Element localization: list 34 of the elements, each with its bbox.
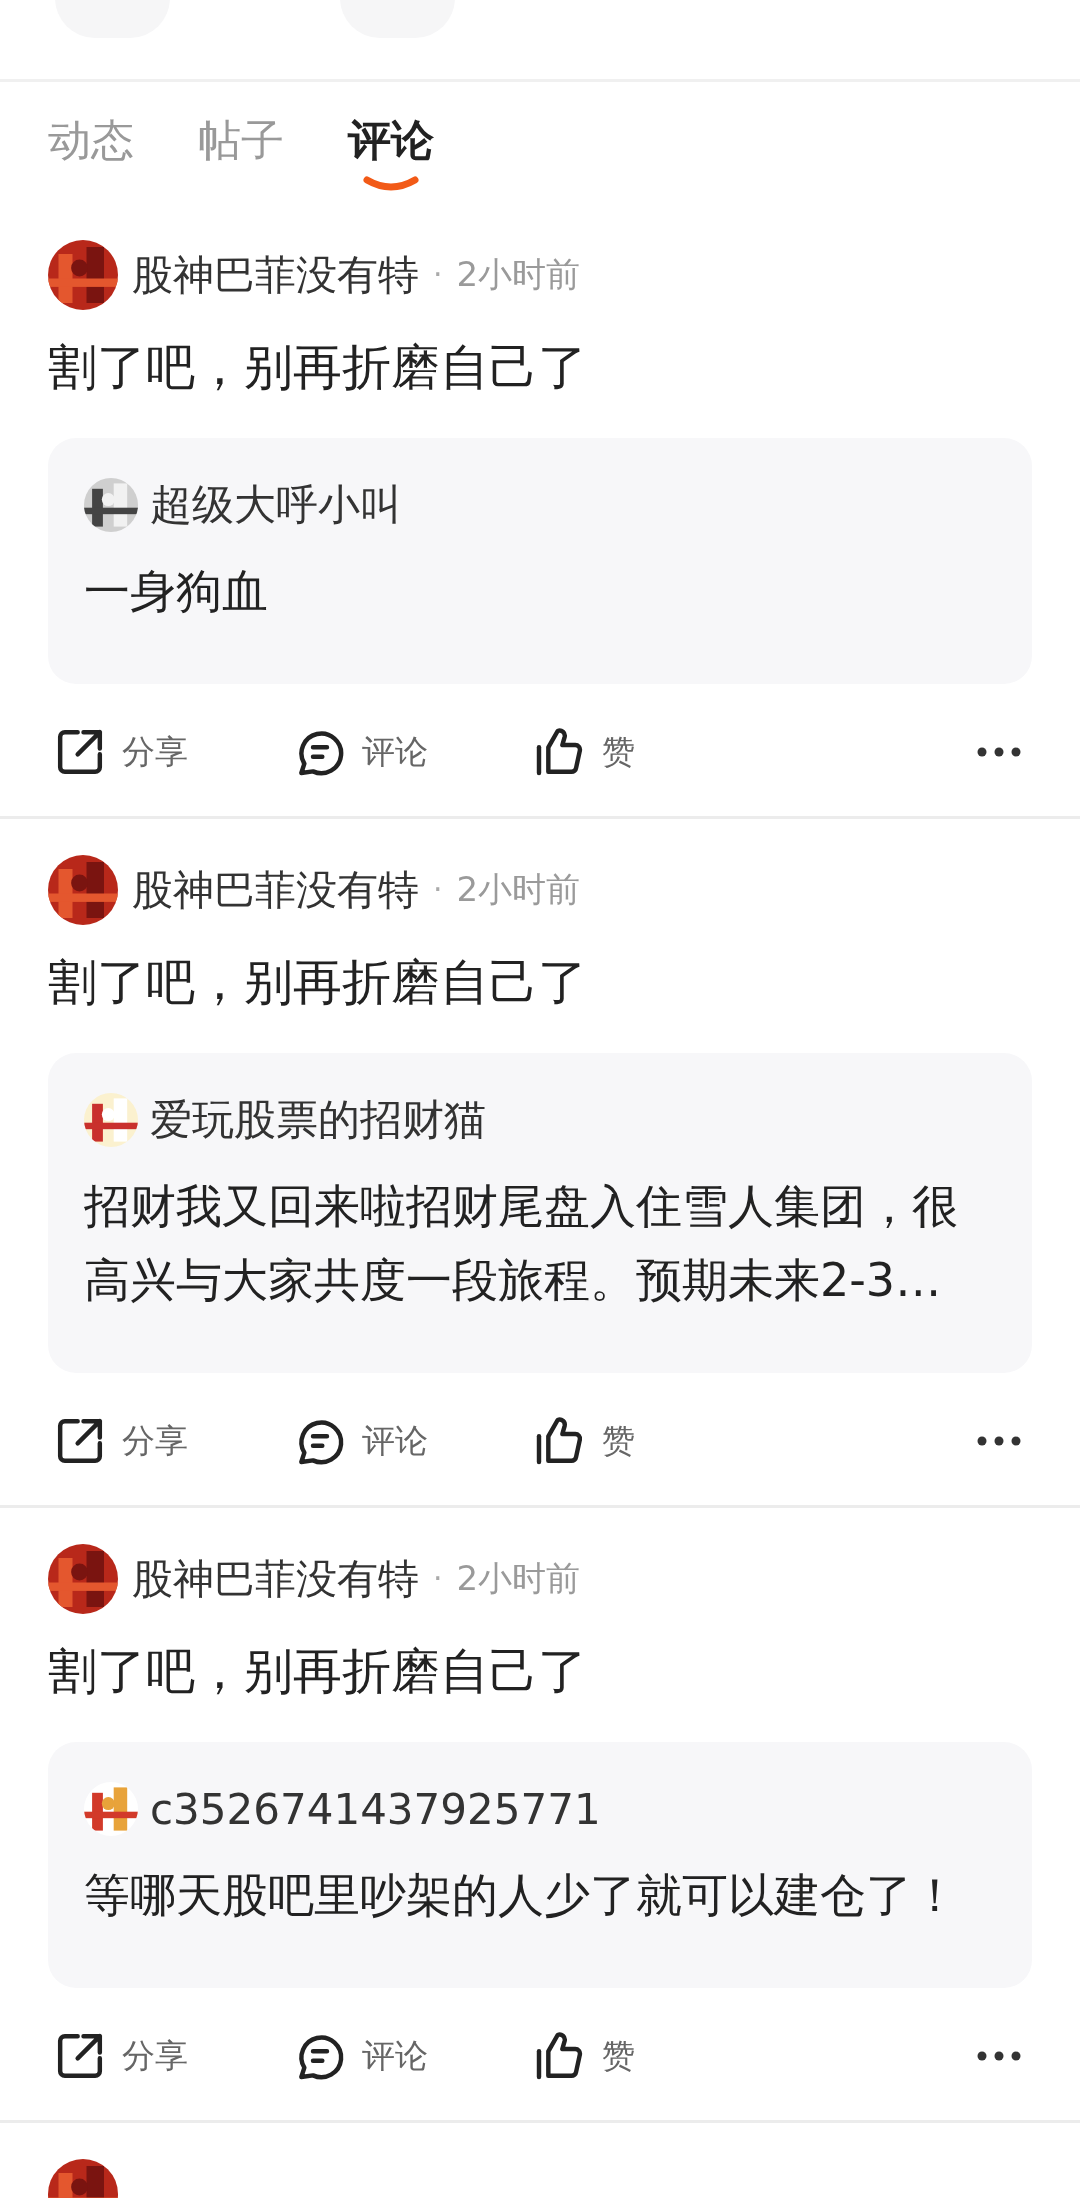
author-name[interactable]: 股神巴菲没有特 (132, 247, 419, 303)
like-button[interactable]: 赞 (532, 1413, 635, 1469)
post-time: 2小时前 (456, 253, 581, 296)
quoted-author[interactable]: 爱玩股票的招财猫 (150, 1092, 486, 1148)
comment-button[interactable]: 评论 (292, 2028, 428, 2084)
separator-dot: · (433, 256, 443, 294)
share-button[interactable]: 分享 (52, 724, 188, 780)
quoted-post[interactable]: 爱玩股票的招财猫 招财我又回来啦招财尾盘入住雪人集团，很高兴与大家共度一段旅程。预期未来2-3… (48, 1053, 1032, 1373)
comment-button[interactable]: 评论 (292, 724, 428, 780)
comment-button[interactable]: 评论 (292, 1413, 428, 1469)
quoted-text: 招财我又回来啦招财尾盘入住雪人集团，很高兴与大家共度一段旅程。预期未来2-3… (84, 1178, 959, 1309)
more-icon[interactable] (976, 745, 1022, 759)
author-name[interactable]: 股神巴菲没有特 (132, 1551, 419, 1607)
comment-text: 割了吧，别再折磨自己了 (48, 953, 588, 1013)
tab[interactable]: 评论 (348, 110, 434, 204)
separator-dot: · (433, 871, 443, 909)
quoted-text: 等哪天股吧里吵架的人少了就可以建仓了！ (84, 1867, 959, 1924)
post-time: 2小时前 (456, 1557, 581, 1600)
more-icon[interactable] (976, 1434, 1022, 1448)
separator-dot: · (433, 1560, 443, 1598)
like-button[interactable]: 赞 (532, 724, 635, 780)
quoted-author[interactable]: c3526741437925771 (150, 1784, 601, 1834)
post-time: 2小时前 (456, 868, 581, 911)
comment-text: 割了吧，别再折磨自己了 (48, 1642, 588, 1702)
author-name[interactable]: 股神巴菲没有特 (132, 862, 419, 918)
quoted-text: 一身狗血 (84, 563, 269, 620)
quoted-post[interactable]: 超级大呼小叫 一身狗血 (48, 438, 1032, 684)
like-button[interactable]: 赞 (532, 2028, 635, 2084)
quoted-author[interactable]: 超级大呼小叫 (150, 477, 402, 533)
more-icon[interactable] (976, 2049, 1022, 2063)
comment-text: 割了吧，别再折磨自己了 (48, 338, 588, 398)
quoted-post[interactable]: c3526741437925771 等哪天股吧里吵架的人少了就可以建仓了！ (48, 1742, 1032, 1988)
share-button[interactable]: 分享 (52, 2028, 188, 2084)
share-button[interactable]: 分享 (52, 1413, 188, 1469)
